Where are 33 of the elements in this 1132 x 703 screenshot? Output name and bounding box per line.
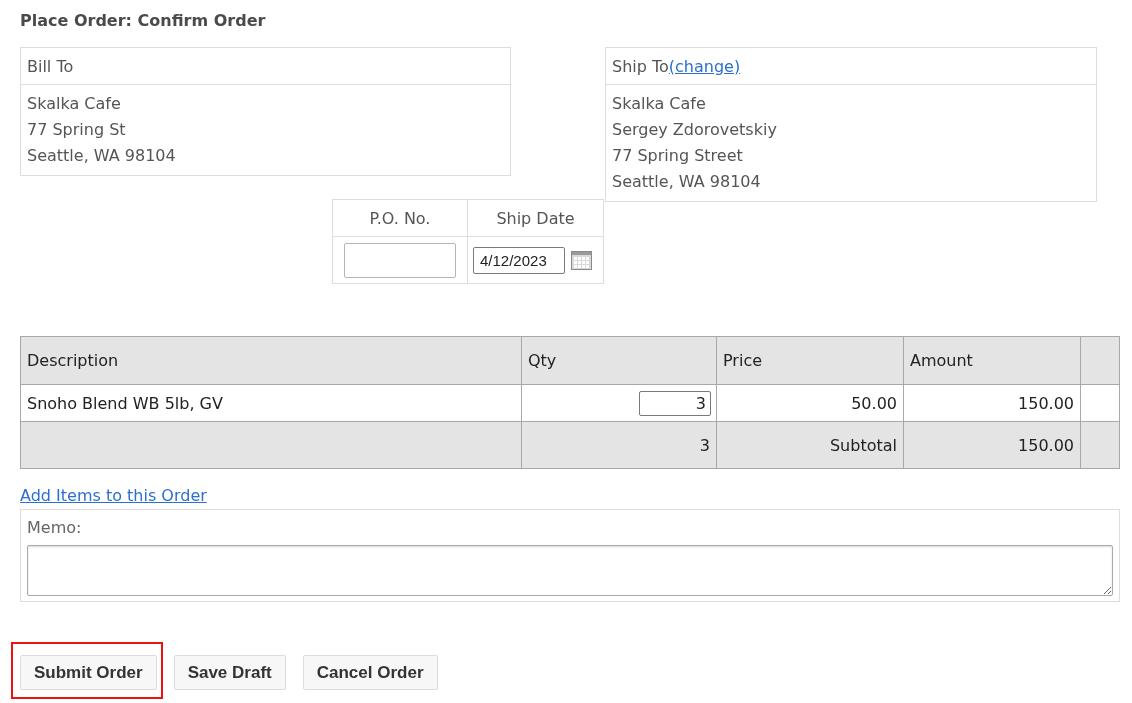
quantity-field[interactable]: 3 (639, 390, 711, 416)
ship-date-field[interactable]: 4/12/2023 (473, 246, 565, 274)
table-cell: Snoho Blend WB 5lb, GV (20, 384, 522, 422)
calendar-icon[interactable] (571, 250, 592, 270)
address-line: Seattle, WA 98104 (612, 171, 762, 193)
address-line: 77 Spring Street (612, 145, 744, 167)
table-cell: 150.00 (903, 421, 1081, 469)
memo-label: Memo: (27, 518, 83, 538)
add-items-link[interactable]: Add Items to this Order (20, 486, 207, 505)
action-button[interactable]: Submit Order (20, 655, 157, 690)
table-cell: 150.00 (903, 384, 1081, 422)
column-header: Amount (903, 336, 1081, 385)
field-header: Ship Date (467, 199, 604, 237)
table-cell: 50.00 (716, 384, 904, 422)
ship-to-heading: Ship To (612, 56, 669, 76)
page-title: Place Order: Confirm Order (20, 10, 267, 31)
change-link[interactable]: (change) (668, 56, 741, 76)
address-line: Skalka Cafe (612, 93, 707, 115)
address-line: Skalka Cafe (27, 93, 122, 115)
column-header: Qty (521, 336, 717, 385)
bill-to-heading: Bill To (27, 56, 74, 76)
action-button[interactable]: Save Draft (173, 655, 286, 690)
address-line: 77 Spring St (27, 119, 127, 141)
address-line: Sergey Zdorovetskiy (612, 119, 778, 141)
table-cell: 3 (521, 421, 717, 469)
action-button[interactable]: Cancel Order (302, 655, 438, 690)
memo-field[interactable] (27, 545, 1113, 596)
po-number-field[interactable] (344, 242, 456, 278)
address-line: Seattle, WA 98104 (27, 145, 177, 167)
table-cell: Subtotal (716, 421, 904, 469)
field-header: P.O. No. (332, 199, 468, 237)
column-header: Description (20, 336, 522, 385)
column-header: Price (716, 336, 904, 385)
